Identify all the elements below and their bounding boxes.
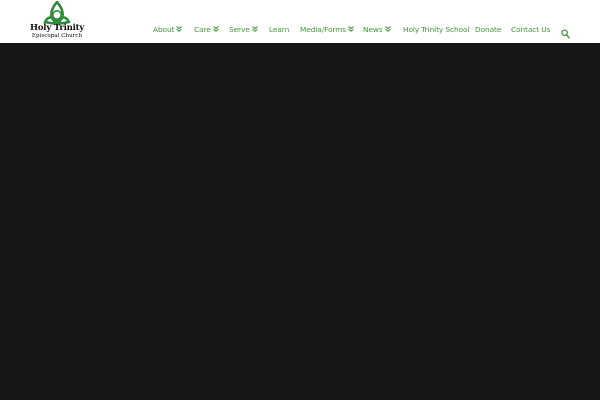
nav-item-contact-us[interactable]: Contact Us — [511, 22, 550, 36]
nav-item-care[interactable]: Care — [194, 22, 219, 36]
nav-item-holy-trinity-school[interactable]: Holy Trinity School — [403, 22, 469, 36]
nav-item-label: Care — [194, 24, 211, 34]
search-icon — [561, 29, 570, 39]
nav-item-label: Holy Trinity School — [403, 24, 470, 34]
nav-item-serve[interactable]: Serve — [229, 22, 258, 36]
double-chevron-down-icon — [348, 26, 354, 32]
nav-item-label: Learn — [269, 24, 290, 34]
double-chevron-down-icon — [176, 26, 183, 32]
hero-area — [0, 43, 600, 400]
site-header: Holy Trinity Episcopal Church About Care… — [0, 0, 600, 43]
nav-item-news[interactable]: News — [363, 22, 391, 36]
nav-item-label: Media/Forms — [300, 24, 347, 34]
search-button[interactable] — [561, 24, 570, 39]
nav-item-about[interactable]: About — [153, 22, 183, 36]
double-chevron-down-icon — [251, 26, 258, 32]
nav-item-learn[interactable]: Learn — [269, 22, 289, 36]
nav-item-label: Contact Us — [511, 24, 551, 34]
nav-item-label: Serve — [229, 24, 250, 34]
double-chevron-down-icon — [384, 26, 391, 32]
nav-item-media-forms[interactable]: Media/Forms — [300, 22, 354, 36]
nav-item-label: News — [363, 24, 383, 34]
main-navigation: About Care Serve Learn Media/Forms News … — [0, 22, 600, 36]
nav-item-donate[interactable]: Donate — [475, 22, 501, 36]
double-chevron-down-icon — [212, 26, 219, 32]
nav-item-label: Donate — [475, 24, 502, 34]
nav-item-label: About — [153, 24, 175, 34]
